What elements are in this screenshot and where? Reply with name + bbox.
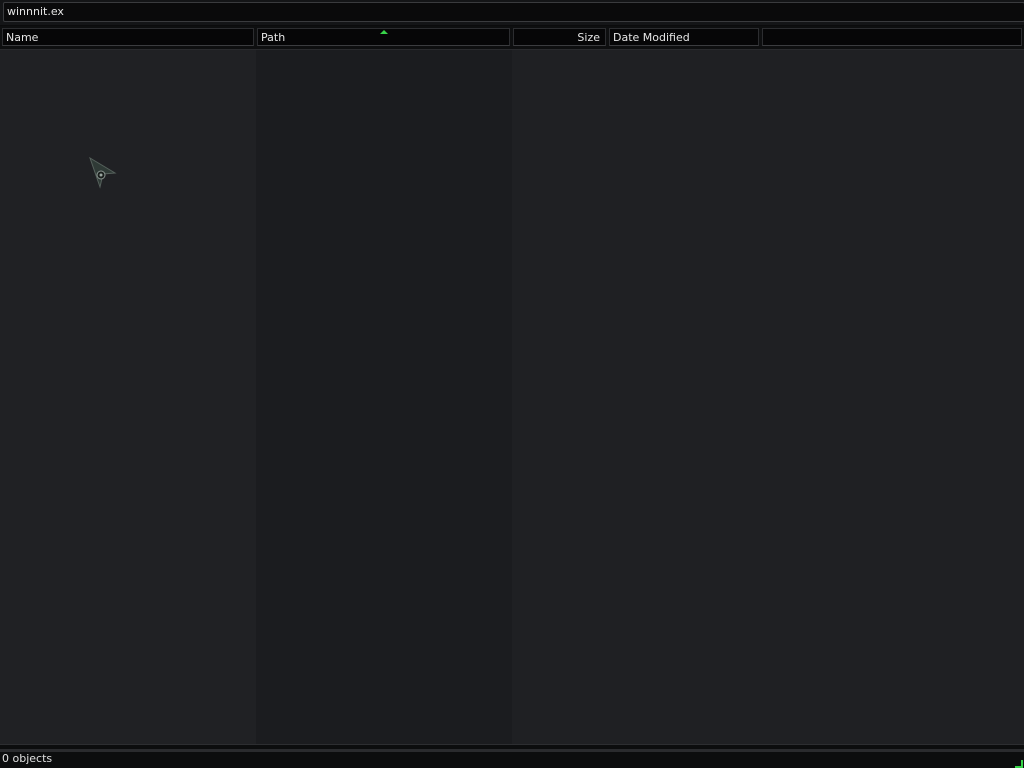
name-column-band bbox=[0, 50, 256, 744]
column-header-size[interactable]: Size bbox=[513, 28, 606, 46]
search-app-window: Name Path Size Date Modified 0 objects bbox=[0, 0, 1024, 768]
results-list[interactable] bbox=[0, 50, 1024, 744]
status-bar-divider bbox=[0, 749, 1024, 752]
column-header-filler bbox=[762, 28, 1022, 46]
search-input[interactable] bbox=[3, 2, 1024, 22]
column-header-path-label: Path bbox=[261, 31, 286, 44]
details-column-band bbox=[512, 50, 1024, 744]
column-header-size-label: Size bbox=[577, 31, 600, 44]
column-header-name[interactable]: Name bbox=[2, 28, 254, 46]
sort-ascending-icon bbox=[380, 30, 388, 34]
column-header-name-label: Name bbox=[6, 31, 39, 44]
status-bar: 0 objects bbox=[0, 744, 1024, 768]
mouse-pointer-icon bbox=[89, 157, 117, 189]
search-bar bbox=[0, 0, 1024, 26]
resize-grip-icon[interactable] bbox=[1015, 760, 1023, 768]
column-header-row: Name Path Size Date Modified bbox=[0, 26, 1024, 50]
column-header-date-modified[interactable]: Date Modified bbox=[609, 28, 759, 46]
path-column-band bbox=[256, 50, 512, 744]
column-header-date-modified-label: Date Modified bbox=[613, 31, 690, 44]
status-object-count: 0 objects bbox=[2, 752, 53, 765]
